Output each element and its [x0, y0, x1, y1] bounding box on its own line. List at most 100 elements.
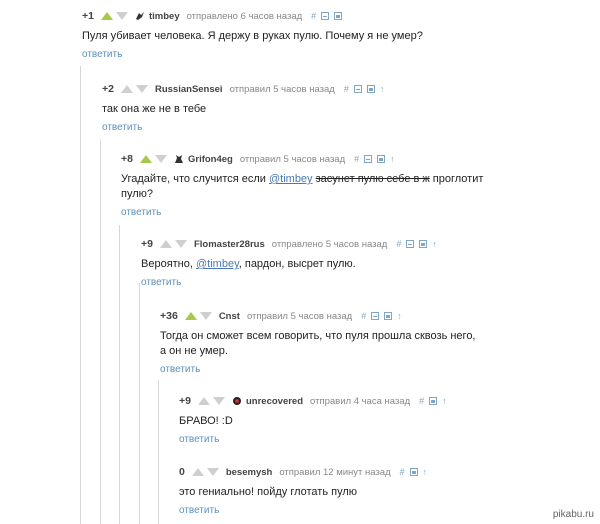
comment-text: Угадайте, что случится если @timbey засу…: [121, 172, 591, 202]
save-icon[interactable]: [384, 312, 393, 320]
save-icon[interactable]: [334, 12, 343, 20]
user-mention-link[interactable]: @timbey: [269, 173, 313, 185]
comment-text-line: это гениально! пойду глотать пулю: [179, 486, 358, 498]
comment-text: БРАВО! :D: [179, 414, 589, 429]
parent-arrow-icon[interactable]: ↑: [442, 396, 447, 406]
comment-timestamp: отправлено 5 часов назад: [271, 238, 388, 250]
comment-meta: +2 RussianSensei отправил 5 часов назад …: [102, 81, 592, 97]
collapse-icon[interactable]: [364, 155, 373, 163]
link-hash-icon[interactable]: #: [344, 84, 349, 94]
comment-rating: +36: [160, 310, 178, 322]
reply-link[interactable]: ответить: [102, 122, 142, 133]
comment-meta: +36 Cnst отправил 5 часов назад # ↑: [160, 308, 590, 324]
thread-line: [139, 283, 140, 524]
parent-arrow-icon[interactable]: ↑: [390, 154, 395, 164]
comment: +9 unrecovered отправил 4 часа назад # ↑…: [179, 393, 589, 447]
link-hash-icon[interactable]: #: [400, 467, 405, 477]
comment-text-line: Пуля убивает человека. Я держу в руках п…: [82, 30, 423, 42]
comment: +8 Grifon4eg отправил 5 часов назад # ↑ …: [121, 151, 591, 220]
save-icon[interactable]: [409, 468, 418, 476]
comment-text-segment: , пардон, высрет пулю.: [238, 258, 356, 270]
upvote-icon[interactable]: [197, 397, 210, 405]
comment-timestamp: отправил 12 минут назад: [279, 466, 391, 478]
save-icon[interactable]: [419, 240, 428, 248]
thread-line: [80, 66, 81, 524]
comment-author[interactable]: besemysh: [226, 467, 272, 478]
downvote-icon[interactable]: [135, 85, 148, 93]
comment-rating: +2: [102, 83, 114, 95]
link-hash-icon[interactable]: #: [361, 311, 366, 321]
griffin-avatar-icon: [174, 154, 184, 164]
comment-text-line: а он не умер.: [160, 345, 228, 357]
comment-rating: +1: [82, 10, 94, 22]
parent-arrow-icon[interactable]: ↑: [397, 311, 402, 321]
comment: +2 RussianSensei отправил 5 часов назад …: [102, 81, 592, 135]
comment-author[interactable]: timbey: [149, 11, 180, 22]
comment-text-line: БРАВО! :D: [179, 415, 233, 427]
downvote-icon[interactable]: [212, 397, 225, 405]
strikethrough-text: засунет пулю себе в ж: [315, 173, 430, 185]
comment-meta: +1 timbey отправлено 6 часов назад #: [82, 8, 592, 24]
reply-link[interactable]: ответить: [141, 277, 181, 288]
parent-arrow-icon[interactable]: ↑: [380, 84, 385, 94]
save-icon[interactable]: [366, 85, 375, 93]
save-icon[interactable]: [377, 155, 386, 163]
comment-text-segment: Угадайте, что случится если: [121, 173, 269, 185]
reply-link[interactable]: ответить: [82, 49, 122, 60]
reply-link[interactable]: ответить: [179, 434, 219, 445]
upvote-icon[interactable]: [159, 240, 172, 248]
comment-rating: 0: [179, 466, 185, 478]
comment-author[interactable]: Cnst: [219, 311, 240, 322]
comment-timestamp: отправлено 6 часов назад: [186, 10, 303, 22]
comment: 0 besemysh отправил 12 минут назад # ↑ э…: [179, 464, 589, 518]
comment-author[interactable]: Grifon4eg: [188, 154, 233, 165]
comment-text-segment: Вероятно,: [141, 258, 196, 270]
comment-text: Пуля убивает человека. Я держу в руках п…: [82, 29, 592, 44]
downvote-icon[interactable]: [199, 312, 212, 320]
collapse-icon[interactable]: [321, 12, 330, 20]
comment-text-segment: проглотит: [429, 173, 484, 185]
upvote-icon[interactable]: [184, 312, 197, 320]
comment-author[interactable]: unrecovered: [246, 396, 303, 407]
parent-arrow-icon[interactable]: ↑: [432, 239, 437, 249]
comment-author[interactable]: Flomaster28rus: [194, 239, 265, 250]
site-watermark: pikabu.ru: [552, 509, 594, 520]
comment-text-line: пулю?: [121, 188, 154, 200]
red-skull-avatar-icon: [232, 396, 242, 406]
upvote-icon[interactable]: [100, 12, 113, 20]
collapse-icon[interactable]: [371, 312, 380, 320]
comment-rating: +9: [179, 395, 191, 407]
comment-meta: 0 besemysh отправил 12 минут назад # ↑: [179, 464, 589, 480]
link-hash-icon[interactable]: #: [354, 154, 359, 164]
downvote-icon[interactable]: [154, 155, 167, 163]
parent-arrow-icon[interactable]: ↑: [423, 467, 428, 477]
comment-timestamp: отправил 5 часов назад: [229, 83, 335, 95]
comment-author[interactable]: RussianSensei: [155, 84, 223, 95]
upvote-icon[interactable]: [139, 155, 152, 163]
user-mention-link[interactable]: @timbey: [196, 258, 239, 270]
comment-timestamp: отправил 5 часов назад: [239, 153, 346, 165]
comment-meta: +9 Flomaster28rus отправлено 5 часов наз…: [141, 236, 591, 252]
reply-link[interactable]: ответить: [160, 364, 200, 375]
downvote-icon[interactable]: [115, 12, 128, 20]
comment-meta: +8 Grifon4eg отправил 5 часов назад # ↑: [121, 151, 591, 167]
downvote-icon[interactable]: [174, 240, 187, 248]
collapse-icon[interactable]: [406, 240, 415, 248]
link-hash-icon[interactable]: #: [396, 239, 401, 249]
reply-link[interactable]: ответить: [121, 207, 161, 218]
thread-line: [119, 225, 120, 524]
save-icon[interactable]: [429, 397, 438, 405]
comment-text-line: так она же не в тебе: [102, 103, 207, 115]
upvote-icon[interactable]: [191, 468, 204, 476]
comment: +1 timbey отправлено 6 часов назад # Пул…: [82, 8, 592, 62]
link-hash-icon[interactable]: #: [419, 396, 424, 406]
reply-link[interactable]: ответить: [179, 505, 219, 516]
comment-text: Вероятно, @timbey, пардон, высрет пулю.: [141, 257, 591, 272]
comment-text: это гениально! пойду глотать пулю: [179, 485, 589, 500]
downvote-icon[interactable]: [206, 468, 219, 476]
comment: +36 Cnst отправил 5 часов назад # ↑ Тогд…: [160, 308, 590, 377]
link-hash-icon[interactable]: #: [311, 11, 316, 21]
collapse-icon[interactable]: [353, 85, 362, 93]
upvote-icon[interactable]: [120, 85, 133, 93]
comment-text: так она же не в тебе: [102, 102, 592, 117]
